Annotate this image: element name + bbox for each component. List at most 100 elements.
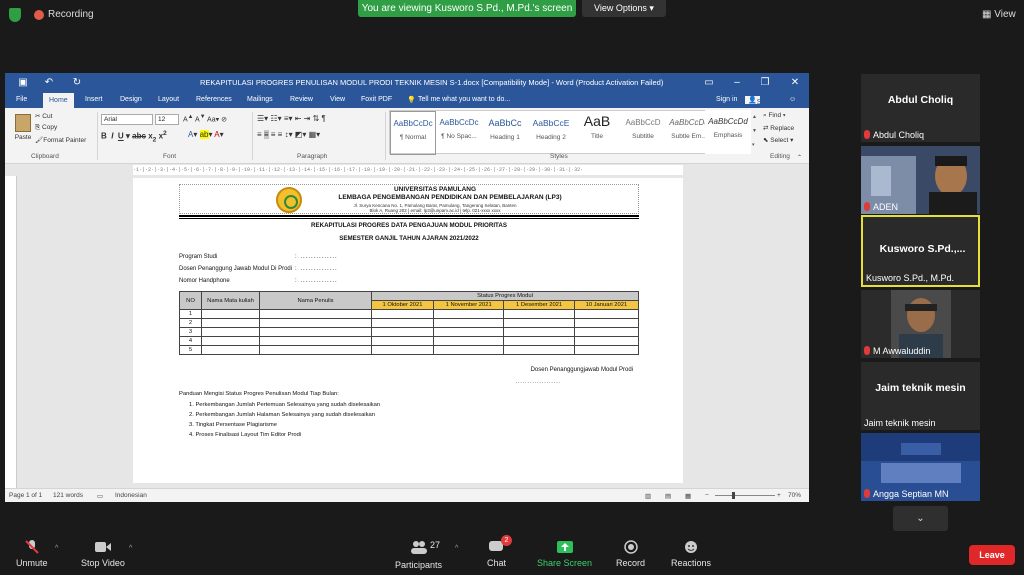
smiley-icon[interactable]: ☺ [789, 96, 796, 103]
styles-scroll[interactable]: ▲ ▼ ▾ [752, 110, 758, 154]
tab-mailings[interactable]: Mailings [247, 96, 273, 103]
participant-name: ADEN [873, 202, 899, 212]
divider [385, 112, 386, 160]
zoom-out-icon[interactable]: − [705, 492, 709, 499]
participant-tile[interactable]: M Awwaluddin [861, 290, 980, 358]
style-name: Heading 2 [536, 134, 566, 141]
redo-icon[interactable]: ↻ [63, 73, 91, 93]
share-button[interactable]: 👤 Share [745, 96, 775, 106]
grid-icon: ▦ [982, 9, 995, 20]
stop-video-label: Stop Video [81, 558, 125, 568]
participant-tile-active-speaker[interactable]: Kusworo S.Pd.,... Kusworo S.Pd., M.Pd. [861, 215, 980, 287]
divider [252, 112, 253, 160]
maximize-icon[interactable]: ❐ [751, 73, 779, 93]
clear-format-icon[interactable]: ⊘ [221, 116, 227, 123]
participant-tile[interactable]: ADEN [861, 146, 980, 214]
audio-options-caret[interactable]: ^ [55, 545, 58, 552]
tab-layout[interactable]: Layout [158, 96, 179, 103]
tab-file[interactable]: File [16, 96, 27, 103]
style-no-spacing[interactable]: AaBbCcDc ¶ No Spac... [436, 111, 482, 155]
share-screen-button[interactable]: Share Screen [537, 540, 592, 568]
tell-me-search[interactable]: Tell me what you want to do... [418, 96, 510, 103]
tab-references[interactable]: References [196, 96, 232, 103]
zoom-in-icon[interactable]: + [777, 492, 781, 499]
encryption-shield-icon[interactable] [9, 8, 21, 22]
word-count[interactable]: 121 words [53, 492, 83, 499]
participant-name: M Awwaluddin [873, 346, 931, 356]
web-layout-icon[interactable]: ▦ [685, 492, 691, 500]
language-indicator[interactable]: Indonesian [115, 492, 147, 499]
participant-tile[interactable]: Abdul Choliq Abdul Choliq [861, 74, 980, 142]
record-button[interactable]: Record [616, 540, 645, 568]
video-camera-icon [94, 542, 111, 552]
tab-design[interactable]: Design [120, 96, 142, 103]
style-subtitle[interactable]: AaBbCcD Subtitle [620, 111, 666, 155]
zoom-slider[interactable] [715, 495, 775, 496]
list-buttons[interactable]: ☰▾ ☷▾ ≡▾ ⇤ ⇥ ⇅ ¶ [257, 114, 326, 123]
view-button[interactable]: ▦ View [982, 9, 1016, 20]
style-heading-2[interactable]: AaBbCcE Heading 2 [528, 111, 574, 155]
table-row: 4 [179, 336, 640, 346]
proofing-icon[interactable]: ▭ [97, 492, 103, 500]
print-layout-icon[interactable]: ▤ [665, 492, 671, 500]
save-icon[interactable]: ▣ [9, 73, 37, 93]
scroll-down-chevron-icon[interactable]: ⌄ [893, 506, 948, 531]
participant-tile[interactable]: Angga Septian MN [861, 433, 980, 501]
tab-view[interactable]: View [330, 96, 345, 103]
guide-title: Panduan Mengisi Status Progres Penulisan… [179, 391, 339, 397]
row-number: 1 [179, 309, 202, 319]
participant-name: Angga Septian MN [873, 489, 949, 499]
document-area: UNIVERSITAS PAMULANG LEMBAGA PENGEMBANGA… [5, 176, 809, 488]
participant-tile[interactable]: Jaim teknik mesin Jaim teknik mesin [861, 362, 980, 430]
sign-in-link[interactable]: Sign in [716, 96, 737, 103]
select-button[interactable]: ⬉ Select ▾ [763, 136, 793, 144]
style-normal[interactable]: AaBbCcDc ¶ Normal [390, 111, 436, 155]
unmute-button[interactable]: Unmute [16, 540, 48, 568]
paste-button[interactable]: Paste [11, 112, 35, 148]
tab-foxit-pdf[interactable]: Foxit PDF [361, 96, 392, 103]
font-name-box[interactable]: Arial [101, 114, 153, 125]
font-size-buttons[interactable]: A▲ A▼ Aa▾ ⊘ [183, 114, 227, 123]
ribbon-options-icon[interactable]: ▭ [695, 73, 723, 93]
close-icon[interactable]: ✕ [781, 73, 809, 93]
zoom-slider-thumb[interactable] [732, 492, 735, 499]
find-button[interactable]: ⌕ Find ▾ [763, 112, 786, 120]
zoom-level[interactable]: 70% [788, 492, 801, 499]
style-heading-1[interactable]: AaBbCc Heading 1 [482, 111, 528, 155]
document-title-heading: REKAPITULASI PROGRES DATA PENGAJUAN MODU… [311, 222, 507, 229]
replace-label: Replace [770, 125, 795, 132]
view-label: View [994, 9, 1016, 20]
tab-insert[interactable]: Insert [85, 96, 103, 103]
participants-button[interactable]: 27 Participants [395, 540, 442, 570]
font-size-box[interactable]: 12 [155, 114, 179, 125]
cut-button[interactable]: ✂ Cut [35, 112, 52, 120]
undo-icon[interactable]: ↶ [35, 73, 63, 93]
vertical-scrollbar[interactable] [799, 176, 809, 488]
view-options-button[interactable]: View Options ▾ [582, 0, 666, 17]
copy-button[interactable]: ⎘ Copy [35, 124, 57, 132]
read-mode-icon[interactable]: ▥ [645, 492, 651, 500]
page-count[interactable]: Page 1 of 1 [9, 492, 42, 499]
style-title[interactable]: AaB Title [574, 111, 620, 155]
participants-options-caret[interactable]: ^ [455, 545, 458, 552]
format-painter-button[interactable]: 🖌Format Painter [35, 136, 86, 144]
stop-video-button[interactable]: Stop Video [81, 540, 125, 568]
recording-label: Recording [48, 9, 94, 20]
participant-display-name: Abdul Choliq [887, 94, 954, 106]
cut-label: Cut [42, 113, 53, 120]
tab-home[interactable]: Home [43, 93, 74, 108]
font-color-buttons[interactable]: A▾ ab▾ A▾ [188, 130, 224, 139]
tab-review[interactable]: Review [290, 96, 313, 103]
participant-name-label: M Awwaluddin [864, 346, 930, 356]
replace-button[interactable]: ⇄ Replace [763, 124, 794, 132]
alignment-buttons[interactable]: ≡ ≡ ≡ ≡ ↕▾ ◩▾ ▦▾ [257, 130, 320, 139]
style-emphasis[interactable]: AaBbCcDd Emphasis [705, 110, 751, 154]
font-format-buttons[interactable]: B I U ▾ abc x2 x2 [101, 130, 167, 143]
video-options-caret[interactable]: ^ [129, 545, 132, 552]
leave-button[interactable]: Leave [969, 545, 1015, 565]
chat-button[interactable]: 2 Chat [487, 535, 512, 568]
collapse-ribbon-icon[interactable]: ⌃ [797, 154, 802, 161]
document-page[interactable]: UNIVERSITAS PAMULANG LEMBAGA PENGEMBANGA… [133, 178, 683, 483]
minimize-icon[interactable]: – [723, 73, 751, 93]
reactions-button[interactable]: Reactions [671, 540, 711, 568]
